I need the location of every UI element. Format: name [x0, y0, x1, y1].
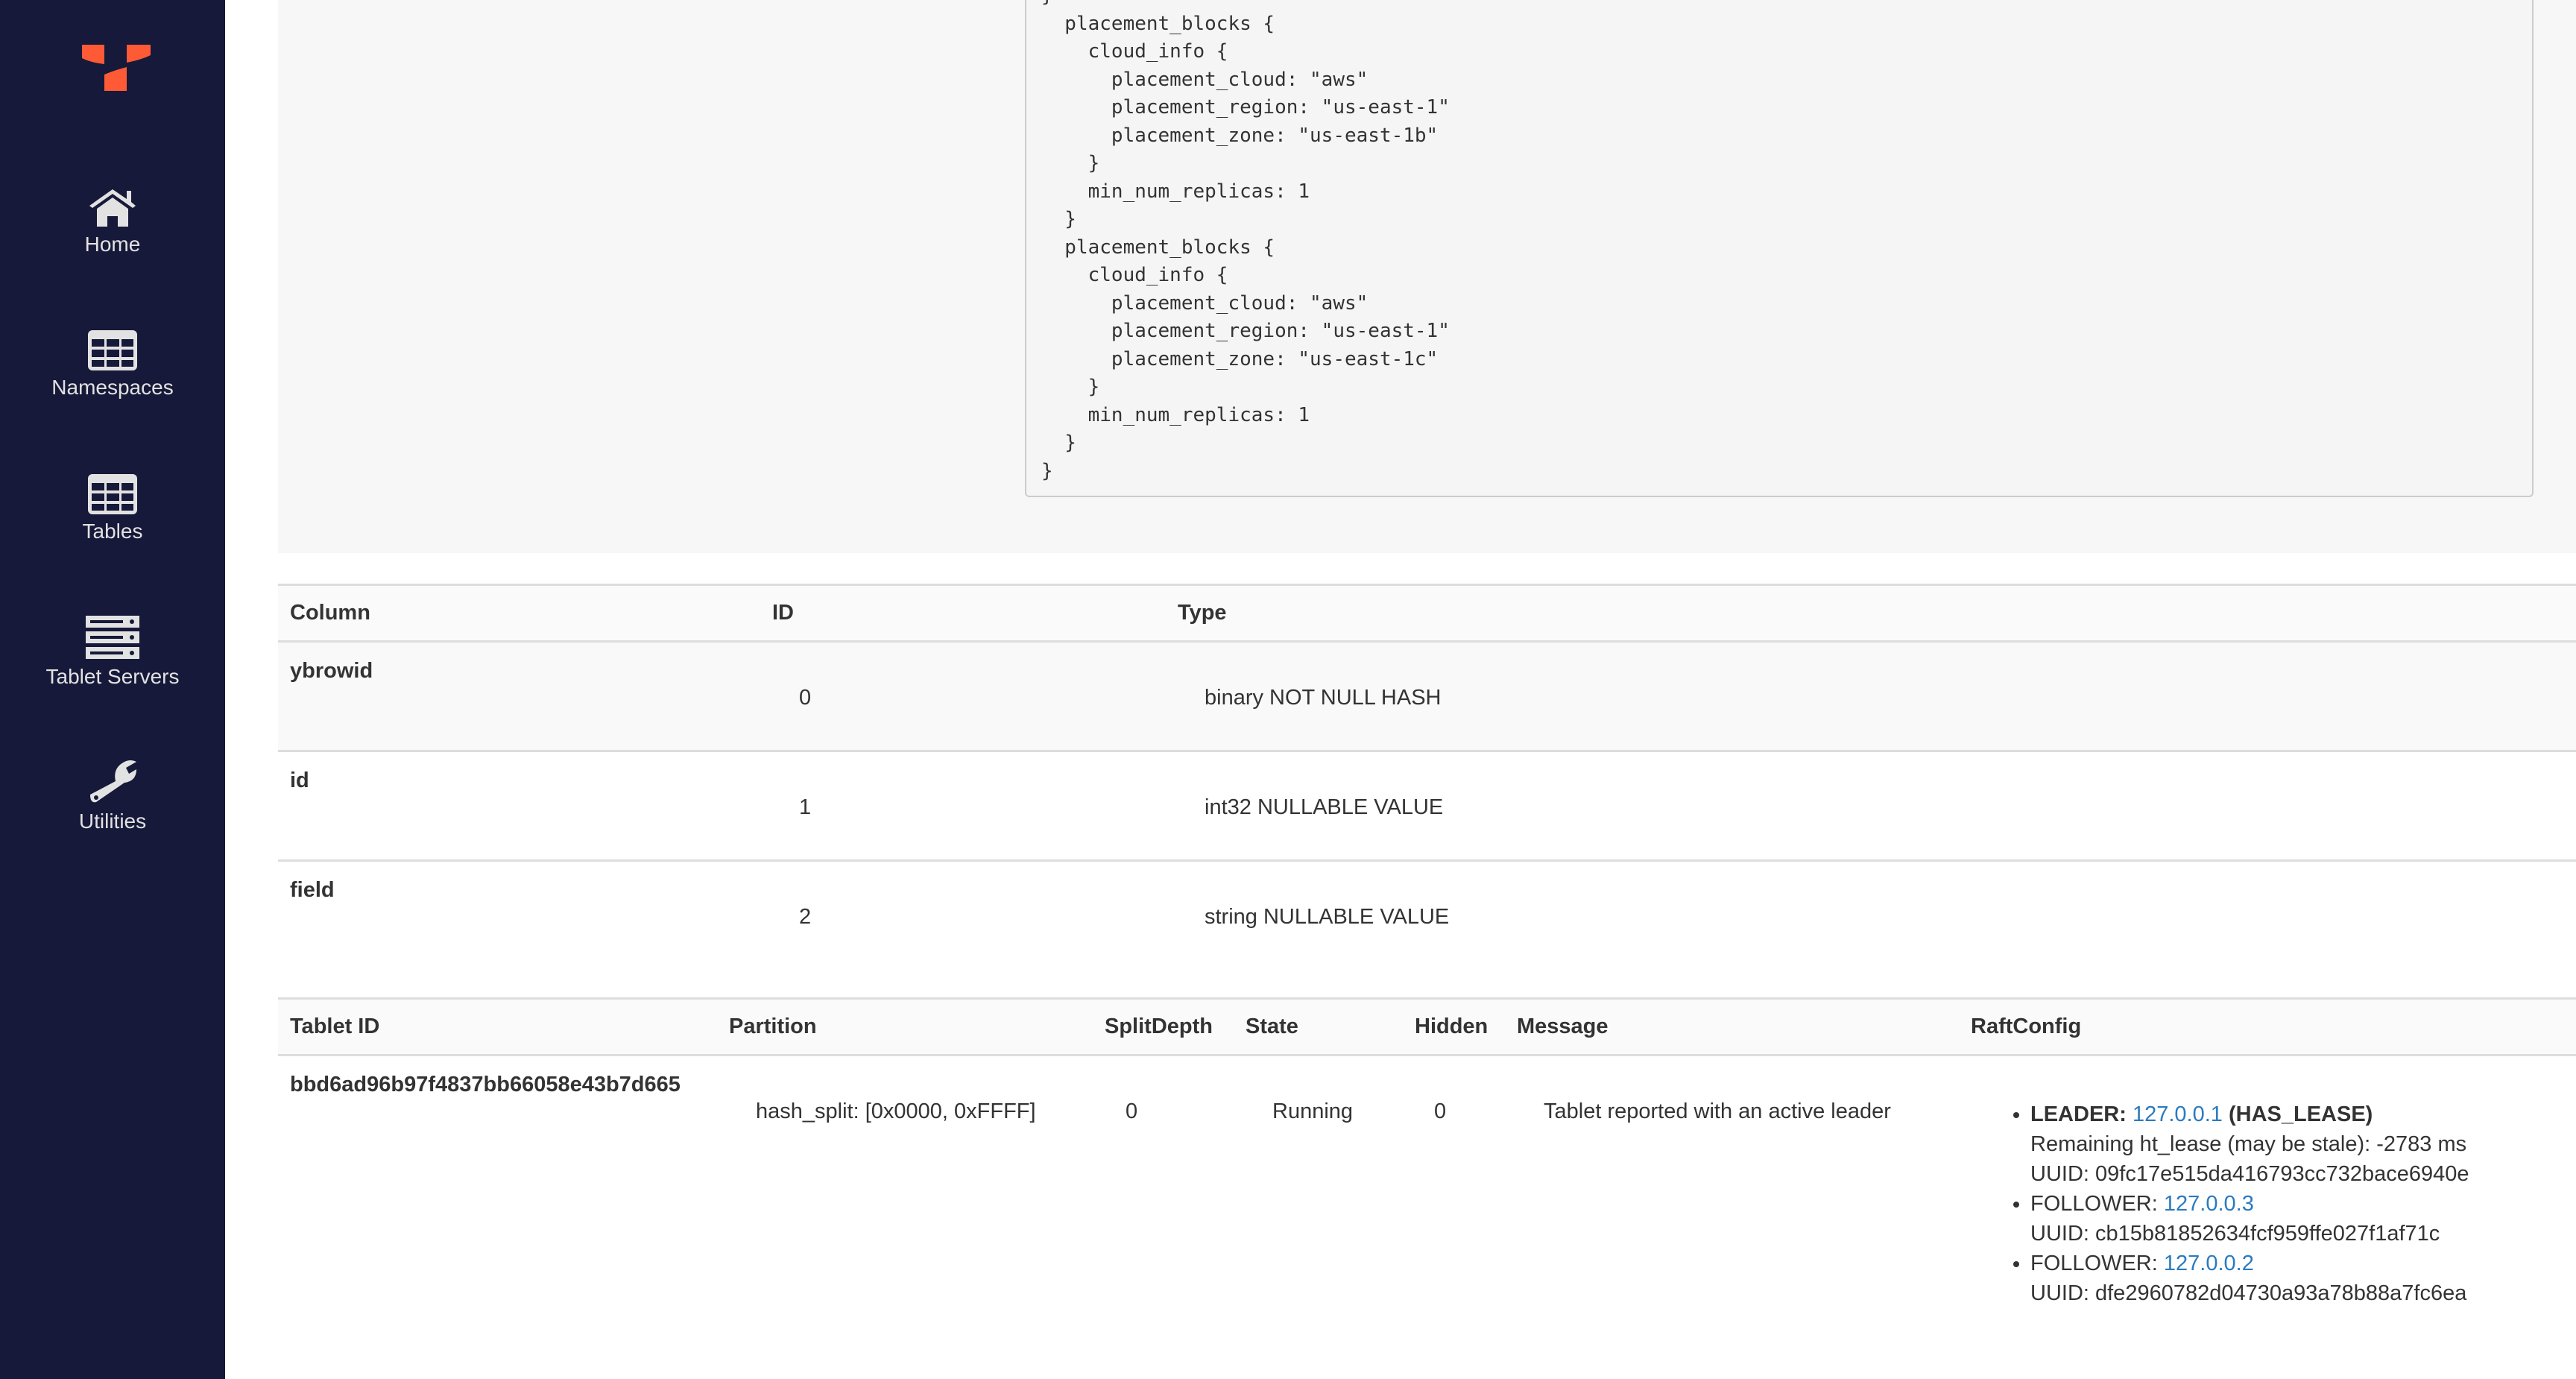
- column-id: 2: [799, 905, 812, 929]
- replication-info-code-block: } placement_blocks { cloud_info { placem…: [1025, 0, 2534, 497]
- column-type: int32 NULLABLE VALUE: [1205, 795, 1444, 819]
- column-name: ybrowid: [290, 659, 373, 683]
- tablet-raft-config: LEADER: 127.0.0.1 (HAS_LEASE) Remaining …: [1959, 1055, 2576, 1309]
- column-header-column: Column: [278, 584, 760, 643]
- columns-table: Column ID Type ybrowid 0 binary NOT NULL…: [278, 584, 2576, 971]
- column-header-id: ID: [760, 584, 1166, 643]
- tablet-partition: hash_split: [0x0000, 0xFFFF]: [756, 1099, 1036, 1123]
- leader-lease: (HAS_LEASE): [2228, 1102, 2373, 1126]
- column-name: field: [290, 878, 335, 902]
- table-row: id 1 int32 NULLABLE VALUE: [278, 751, 2576, 861]
- yugabyte-logo-icon[interactable]: [80, 43, 152, 106]
- sidebar-item-home[interactable]: Home: [0, 186, 225, 257]
- raft-peer-list: LEADER: 127.0.0.1 (HAS_LEASE) Remaining …: [2004, 1099, 2564, 1308]
- table-row: bbd6ad96b97f4837bb66058e43b7d665 hash_sp…: [278, 1055, 2576, 1309]
- sidebar-item-label: Tablet Servers: [45, 665, 180, 688]
- table-grid-icon: [88, 474, 137, 514]
- column-header-hidden: Hidden: [1403, 997, 1505, 1056]
- leader-remaining-lease: Remaining ht_lease (may be stale): -2783…: [2030, 1132, 2467, 1156]
- table-header-row: Tablet ID Partition SplitDepth State Hid…: [278, 997, 2576, 1056]
- column-header-message: Message: [1505, 997, 1959, 1056]
- tablet-hidden: 0: [1434, 1099, 1447, 1123]
- sidebar-item-utilities[interactable]: Utilities: [0, 757, 225, 834]
- raft-peer-follower: FOLLOWER: 127.0.0.2 UUID: dfe2960782d047…: [2030, 1249, 2564, 1308]
- leader-host-link[interactable]: 127.0.0.1: [2133, 1102, 2223, 1126]
- column-id: 1: [799, 795, 812, 819]
- sidebar-item-label: Utilities: [78, 810, 147, 833]
- sidebar-item-label: Home: [84, 233, 141, 256]
- follower-label: FOLLOWER:: [2030, 1252, 2158, 1275]
- sidebar-item-namespaces[interactable]: Namespaces: [0, 329, 225, 400]
- column-header-raft-config: RaftConfig: [1959, 997, 2576, 1056]
- tablets-table: Tablet ID Partition SplitDepth State Hid…: [278, 997, 2576, 1308]
- server-icon: [86, 616, 139, 659]
- raft-peer-follower: FOLLOWER: 127.0.0.3 UUID: cb15b81852634f…: [2030, 1189, 2564, 1249]
- sidebar-item-tablet-servers[interactable]: Tablet Servers: [0, 616, 225, 690]
- wrench-icon: [90, 760, 136, 803]
- follower-uuid: UUID: cb15b81852634fcf959ffe027f1af71c: [2030, 1222, 2440, 1246]
- column-header-state: State: [1234, 997, 1403, 1056]
- raft-peer-leader: LEADER: 127.0.0.1 (HAS_LEASE) Remaining …: [2030, 1099, 2564, 1189]
- sidebar: Home Namespaces Tables Tablet Servers Ut…: [0, 0, 225, 1379]
- sidebar-item-label: Tables: [82, 520, 143, 543]
- home-icon: [89, 189, 136, 227]
- column-header-split-depth: SplitDepth: [1093, 997, 1234, 1056]
- tablet-message: Tablet reported with an active leader: [1544, 1099, 1891, 1123]
- table-row: ybrowid 0 binary NOT NULL HASH: [278, 641, 2576, 751]
- column-header-partition: Partition: [717, 997, 1093, 1056]
- column-header-tablet-id: Tablet ID: [278, 997, 717, 1056]
- column-type: string NULLABLE VALUE: [1205, 905, 1450, 929]
- column-name: id: [290, 769, 309, 792]
- follower-uuid: UUID: dfe2960782d04730a93a78b88a7fc6ea: [2030, 1281, 2467, 1305]
- column-id: 0: [799, 686, 812, 710]
- replication-info-code: } placement_blocks { cloud_info { placem…: [1041, 0, 1450, 482]
- follower-label: FOLLOWER:: [2030, 1192, 2158, 1216]
- column-header-type: Type: [1166, 584, 2576, 643]
- table-header-row: Column ID Type: [278, 584, 2576, 643]
- tablet-split-depth: 0: [1126, 1099, 1138, 1123]
- table-row: field 2 string NULLABLE VALUE: [278, 861, 2576, 971]
- follower-host-link[interactable]: 127.0.0.3: [2164, 1192, 2254, 1216]
- column-type: binary NOT NULL HASH: [1205, 686, 1442, 710]
- sidebar-item-label: Namespaces: [51, 376, 174, 399]
- leader-uuid: UUID: 09fc17e515da416793cc732bace6940e: [2030, 1162, 2469, 1186]
- sidebar-item-tables[interactable]: Tables: [0, 473, 225, 544]
- follower-host-link[interactable]: 127.0.0.2: [2164, 1252, 2254, 1275]
- leader-label: LEADER:: [2030, 1102, 2127, 1126]
- table-grid-icon: [88, 330, 137, 370]
- tablet-id: bbd6ad96b97f4837bb66058e43b7d665: [290, 1073, 681, 1096]
- tablet-state: Running: [1272, 1099, 1354, 1123]
